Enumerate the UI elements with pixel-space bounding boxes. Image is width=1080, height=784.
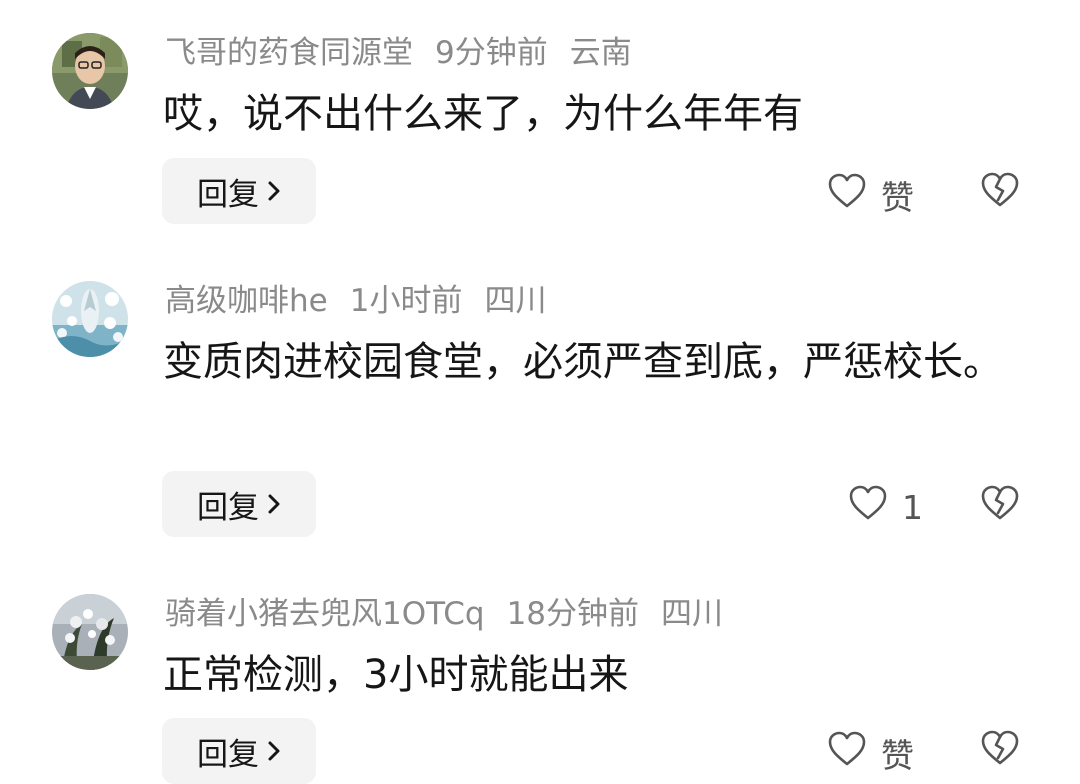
like-button[interactable]: 赞 (827, 729, 914, 777)
comment-text: 哎，说不出什么来了，为什么年年有 (163, 91, 803, 137)
timestamp: 9分钟前 (435, 35, 548, 71)
dislike-button[interactable] (980, 484, 1020, 526)
like-count: 赞 (881, 178, 914, 217)
avatar[interactable] (52, 281, 128, 357)
heart-outline-icon (827, 730, 867, 776)
username[interactable]: 飞哥的药食同源堂 (165, 35, 413, 71)
dislike-button[interactable] (980, 729, 1020, 771)
broken-heart-icon (980, 485, 1020, 526)
reply-label: 回复 (197, 489, 259, 526)
username[interactable]: 高级咖啡he (165, 283, 328, 319)
reply-label: 回复 (197, 176, 259, 213)
timestamp: 1小时前 (349, 283, 463, 319)
comment-text: 变质肉进校园食堂，必须严查到底，严惩校长。 (163, 339, 1003, 385)
avatar[interactable] (52, 33, 128, 109)
location: 四川 (661, 596, 724, 632)
chevron-right-icon (267, 740, 281, 762)
dislike-button[interactable] (980, 171, 1020, 213)
comment-text: 正常检测，3小时就能出来 (163, 652, 629, 698)
reply-button[interactable]: 回复 (162, 718, 316, 784)
like-button[interactable]: 1 (848, 484, 923, 530)
reply-button[interactable]: 回复 (162, 471, 316, 537)
timestamp: 18分钟前 (506, 596, 640, 632)
username[interactable]: 骑着小猪去兜风1OTCq (165, 596, 485, 632)
comment-meta: 飞哥的药食同源堂 9分钟前 云南 (165, 38, 654, 69)
location: 云南 (569, 35, 632, 71)
like-count: 赞 (881, 736, 914, 775)
broken-heart-icon (980, 730, 1020, 771)
heart-outline-icon (848, 484, 888, 530)
comment-meta: 高级咖啡he 1小时前 四川 (165, 286, 568, 317)
chevron-right-icon (267, 180, 281, 202)
like-count: 1 (902, 487, 923, 527)
chevron-right-icon (267, 493, 281, 515)
heart-outline-icon (827, 172, 867, 218)
broken-heart-icon (980, 172, 1020, 213)
reply-button[interactable]: 回复 (162, 158, 316, 224)
like-button[interactable]: 赞 (827, 171, 914, 219)
location: 四川 (484, 283, 547, 319)
comment-meta: 骑着小猪去兜风1OTCq 18分钟前 四川 (165, 599, 745, 630)
avatar[interactable] (52, 594, 128, 670)
